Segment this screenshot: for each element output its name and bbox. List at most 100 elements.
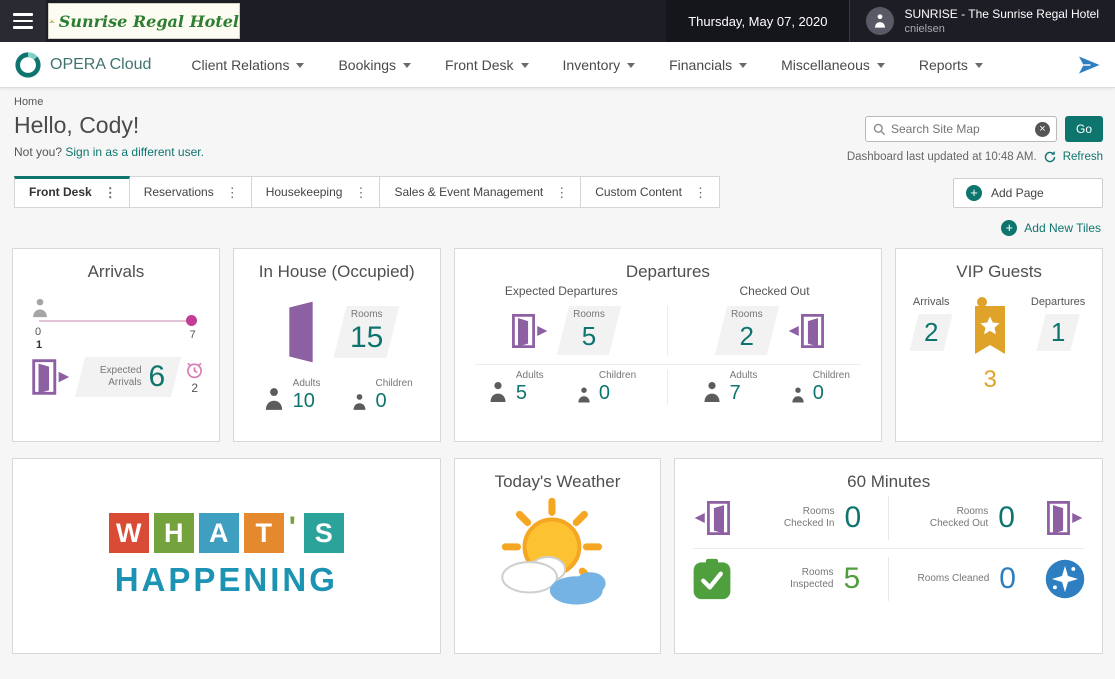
chevron-down-icon: [403, 63, 411, 68]
adult-person-icon: [486, 379, 510, 405]
vip-arrivals-value: 2: [924, 317, 938, 348]
hotel-name: Sunrise Regal Hotel: [59, 12, 239, 31]
door-departure-icon: [507, 309, 551, 353]
adults-label: Adults: [730, 370, 758, 382]
tile-title: Today's Weather: [455, 459, 661, 492]
rooms-checked-out-value: 0: [998, 501, 1015, 535]
rooms-checked-in-value: 0: [844, 501, 861, 535]
tile-title: Arrivals: [13, 249, 219, 282]
brand-name: OPERA Cloud: [50, 56, 151, 74]
child-person-icon: [350, 391, 369, 413]
adults-label: Adults: [293, 378, 321, 390]
adult-person-icon: [261, 385, 287, 413]
nav-item-label: Inventory: [563, 57, 621, 73]
account-menu[interactable]: SUNRISE - The Sunrise Regal Hotel cniels…: [849, 0, 1115, 42]
app-navbar: OPERA Cloud Client Relations Bookings Fr…: [0, 42, 1115, 88]
breadcrumb[interactable]: Home: [0, 88, 1115, 110]
nav-item-label: Reports: [919, 57, 968, 73]
kebab-menu-icon[interactable]: ⋮: [354, 186, 367, 199]
children-label: Children: [375, 378, 412, 390]
nav-item-reports[interactable]: Reports: [919, 57, 983, 73]
tile-title: 60 Minutes: [675, 459, 1102, 492]
expected-children-value: 0: [599, 382, 636, 405]
chevron-down-icon: [975, 63, 983, 68]
nav-item-bookings[interactable]: Bookings: [338, 57, 411, 73]
vip-departures-value: 1: [1051, 317, 1065, 348]
door-checked-in-icon: [691, 496, 735, 540]
slider-max-label: 7: [190, 329, 196, 341]
door-checked-out-icon: [1042, 496, 1086, 540]
letter-block: H: [154, 513, 194, 553]
tile-title: Departures: [455, 249, 882, 282]
tab-housekeeping[interactable]: Housekeeping ⋮: [252, 176, 381, 208]
add-new-tiles-link[interactable]: + Add New Tiles: [0, 220, 1115, 236]
tab-label: Front Desk: [29, 185, 92, 199]
tab-label: Custom Content: [595, 185, 682, 199]
add-page-label: Add Page: [991, 186, 1044, 200]
chevron-down-icon: [877, 63, 885, 68]
kebab-menu-icon[interactable]: ⋮: [694, 186, 707, 199]
vip-star-badge-icon: [966, 296, 1014, 358]
dashboard-grid: Arrivals 0 1 7 Expected Arrivals 6 2 In …: [12, 248, 1103, 654]
rooms-checked-in-label: Rooms Checked In: [762, 506, 834, 530]
slider-min-label: 0: [35, 326, 41, 338]
checked-out-header: Checked Out: [668, 284, 881, 298]
add-page-button[interactable]: + Add Page: [953, 178, 1103, 208]
search-icon: [872, 122, 886, 136]
quick-launch-icon[interactable]: [1077, 53, 1101, 77]
children-label: Children: [813, 370, 850, 382]
slider-max-handle[interactable]: [186, 315, 197, 326]
occupied-room-icon: [280, 299, 322, 365]
kebab-menu-icon[interactable]: ⋮: [226, 186, 239, 199]
slider-person-handle-icon[interactable]: [29, 295, 51, 321]
inspected-clipboard-check-icon: [691, 558, 733, 600]
nav-item-label: Financials: [669, 57, 732, 73]
checked-out-children-value: 0: [813, 382, 850, 405]
tab-sales-event-management[interactable]: Sales & Event Management ⋮: [380, 176, 581, 208]
kebab-menu-icon[interactable]: ⋮: [104, 186, 117, 199]
clear-search-icon[interactable]: ×: [1035, 122, 1050, 137]
opera-cloud-logo[interactable]: OPERA Cloud: [14, 51, 151, 79]
letter-block: S: [304, 513, 344, 553]
adults-value: 10: [293, 390, 321, 413]
tab-reservations[interactable]: Reservations ⋮: [130, 176, 252, 208]
tab-label: Reservations: [144, 185, 214, 199]
kebab-menu-icon[interactable]: ⋮: [555, 186, 568, 199]
add-new-tiles-label: Add New Tiles: [1024, 221, 1101, 235]
expected-arrivals-value: 6: [149, 360, 166, 394]
nav-item-financials[interactable]: Financials: [669, 57, 747, 73]
checked-out-rooms-value: 2: [731, 321, 763, 352]
site-map-search: ×: [865, 116, 1057, 142]
sunrise-logo-icon: [49, 11, 55, 31]
username: cnielsen: [904, 23, 1099, 35]
door-checked-out-icon: [785, 309, 829, 353]
rooms-inspected-value: 5: [843, 562, 860, 596]
rooms-value: 15: [350, 321, 383, 355]
not-you-text: Not you?: [14, 145, 62, 159]
greeting-section: Hello, Cody! Not you? Sign in as a diffe…: [0, 110, 1115, 164]
tab-label: Sales & Event Management: [394, 185, 543, 199]
hamburger-menu-icon[interactable]: [0, 0, 46, 42]
tile-weather: Today's Weather: [454, 458, 662, 654]
tab-front-desk[interactable]: Front Desk ⋮: [14, 176, 130, 208]
rooms-inspected-label: Rooms Inspected: [761, 567, 833, 591]
nav-item-inventory[interactable]: Inventory: [563, 57, 636, 73]
expected-rooms-value: 5: [573, 321, 605, 352]
nav-item-front-desk[interactable]: Front Desk: [445, 57, 528, 73]
property-name: SUNRISE - The Sunrise Regal Hotel: [904, 7, 1099, 23]
tab-custom-content[interactable]: Custom Content ⋮: [581, 176, 720, 208]
tile-title: In House (Occupied): [234, 249, 440, 282]
apostrophe: ': [289, 513, 299, 543]
refresh-icon[interactable]: [1043, 150, 1057, 164]
nav-item-client-relations[interactable]: Client Relations: [191, 57, 304, 73]
search-input[interactable]: [891, 122, 1030, 136]
last-updated-text: Dashboard last updated at 10:48 AM.: [847, 151, 1037, 163]
letter-block: A: [199, 513, 239, 553]
sign-in-link[interactable]: Sign in as a different user.: [65, 145, 204, 159]
tab-label: Housekeeping: [266, 185, 343, 199]
refresh-link[interactable]: Refresh: [1063, 151, 1103, 163]
go-button[interactable]: Go: [1065, 116, 1103, 142]
rooms-cleaned-label: Rooms Cleaned: [917, 573, 989, 585]
expected-arrivals-label: Expected Arrivals: [90, 365, 142, 389]
nav-item-miscellaneous[interactable]: Miscellaneous: [781, 57, 885, 73]
